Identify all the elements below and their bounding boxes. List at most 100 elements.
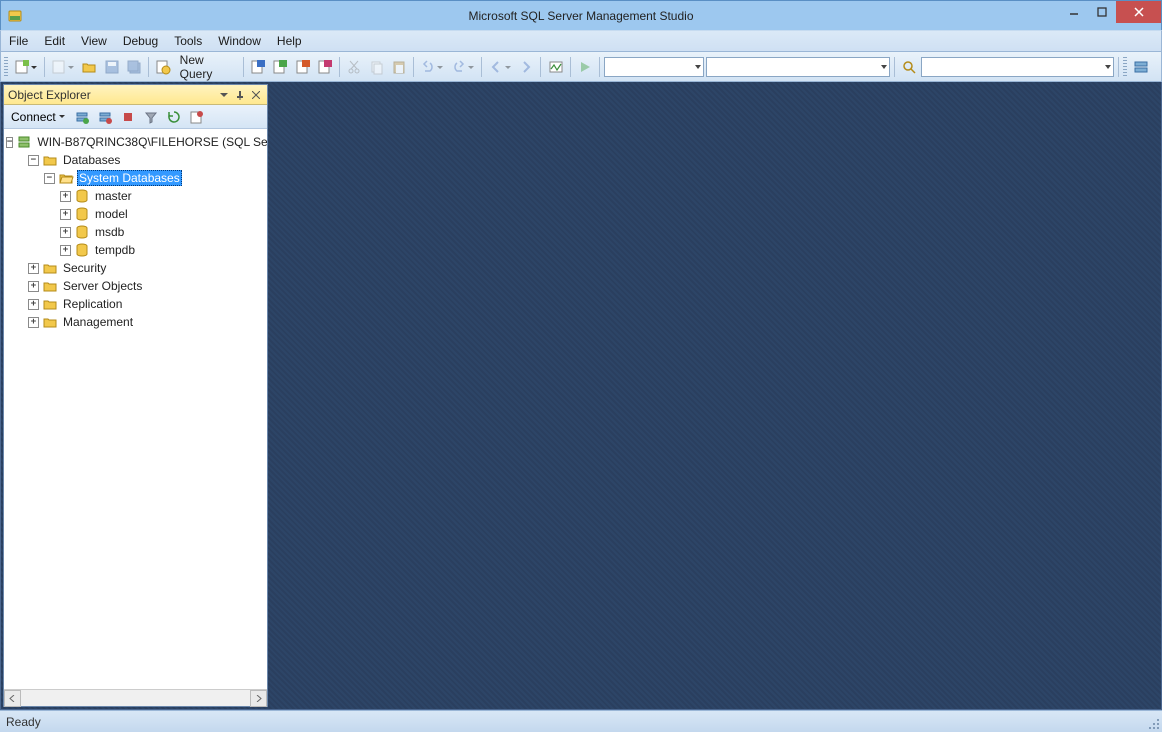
start-debug-button[interactable] (575, 56, 595, 78)
panel-menu-icon[interactable] (217, 88, 231, 102)
scroll-right-icon[interactable] (250, 690, 267, 707)
expander-icon[interactable]: + (60, 191, 71, 202)
menu-bar: File Edit View Debug Tools Window Help (0, 30, 1162, 52)
expander-icon[interactable]: + (60, 245, 71, 256)
tree-folder-node[interactable]: + Replication (6, 295, 265, 313)
dmx-query-button[interactable] (292, 56, 312, 78)
open-file-button[interactable] (79, 56, 99, 78)
toolbar-separator (481, 57, 482, 77)
main-toolbar: New Query (0, 52, 1162, 82)
pin-icon[interactable] (233, 88, 247, 102)
find-button[interactable] (899, 56, 919, 78)
tree-db-node[interactable]: + model (6, 205, 265, 223)
folder-icon (42, 152, 58, 168)
folder-open-icon (58, 170, 74, 186)
close-button[interactable] (1116, 1, 1161, 23)
expander-icon[interactable]: + (28, 263, 39, 274)
tree-folder-label: Server Objects (61, 279, 144, 293)
tree-db-node[interactable]: + msdb (6, 223, 265, 241)
status-bar: Ready (0, 710, 1162, 732)
expander-icon[interactable]: − (44, 173, 55, 184)
expander-icon[interactable]: − (6, 137, 13, 148)
resize-grip-icon[interactable] (1148, 718, 1160, 730)
menu-edit[interactable]: Edit (36, 32, 73, 50)
folder-icon (42, 260, 58, 276)
expander-icon[interactable]: + (60, 209, 71, 220)
toolbar-separator (570, 57, 571, 77)
menu-debug[interactable]: Debug (115, 32, 166, 50)
toolbar-separator (339, 57, 340, 77)
find-combo[interactable] (921, 57, 1114, 77)
filter-icon[interactable] (141, 107, 161, 127)
tree-db-node[interactable]: + tempdb (6, 241, 265, 259)
new-query-icon[interactable] (153, 56, 173, 78)
mdx-query-button[interactable] (270, 56, 290, 78)
tree-databases-node[interactable]: − Databases (6, 151, 265, 169)
connect-object-explorer-icon[interactable] (72, 107, 92, 127)
expander-icon[interactable]: + (28, 281, 39, 292)
menu-view[interactable]: View (73, 32, 115, 50)
menu-tools[interactable]: Tools (166, 32, 210, 50)
activity-monitor-button[interactable] (545, 56, 565, 78)
new-project-button[interactable] (12, 56, 40, 78)
copy-button[interactable] (366, 56, 386, 78)
server-icon (16, 134, 32, 150)
tree-system-databases-node[interactable]: − System Databases (6, 169, 265, 187)
scroll-left-icon[interactable] (4, 690, 21, 707)
toolbar-grip[interactable] (4, 57, 8, 77)
refresh-icon[interactable] (164, 107, 184, 127)
database-icon (74, 188, 90, 204)
report-icon[interactable] (187, 107, 207, 127)
tree-databases-label: Databases (61, 153, 122, 167)
tree-db-label: tempdb (93, 243, 137, 257)
toolbar-separator (894, 57, 895, 77)
database-combo[interactable] (604, 57, 704, 77)
undo-button[interactable] (418, 56, 446, 78)
menu-help[interactable]: Help (269, 32, 310, 50)
expander-icon[interactable]: + (60, 227, 71, 238)
paste-button[interactable] (389, 56, 409, 78)
tree-folder-node[interactable]: + Management (6, 313, 265, 331)
nav-back-button[interactable] (486, 56, 514, 78)
solution-config-combo[interactable] (706, 57, 890, 77)
status-text: Ready (6, 715, 41, 729)
cut-button[interactable] (344, 56, 364, 78)
menu-file[interactable]: File (1, 32, 36, 50)
connect-button[interactable]: Connect (7, 107, 69, 127)
redo-button[interactable] (448, 56, 476, 78)
database-icon (74, 224, 90, 240)
save-button[interactable] (102, 56, 122, 78)
toolbar-grip[interactable] (1123, 57, 1127, 77)
tree-server-node[interactable]: − WIN-B87QRINC38Q\FILEHORSE (SQL Server … (6, 133, 265, 151)
disconnect-icon[interactable] (95, 107, 115, 127)
minimize-button[interactable] (1060, 1, 1088, 23)
tree-db-label: msdb (93, 225, 126, 239)
object-explorer-tree[interactable]: − WIN-B87QRINC38Q\FILEHORSE (SQL Server … (4, 129, 267, 689)
toolbar-separator (413, 57, 414, 77)
tree-server-label: WIN-B87QRINC38Q\FILEHORSE (SQL Server ..… (35, 135, 267, 149)
properties-button[interactable] (1153, 56, 1158, 78)
tree-folder-node[interactable]: + Security (6, 259, 265, 277)
object-explorer-titlebar[interactable]: Object Explorer (4, 85, 267, 105)
expander-icon[interactable]: + (28, 317, 39, 328)
toolbar-separator (148, 57, 149, 77)
expander-icon[interactable]: − (28, 155, 39, 166)
panel-horizontal-scrollbar[interactable] (4, 689, 267, 706)
save-all-button[interactable] (124, 56, 144, 78)
menu-window[interactable]: Window (210, 32, 269, 50)
expander-icon[interactable]: + (28, 299, 39, 310)
xmla-query-button[interactable] (315, 56, 335, 78)
panel-close-icon[interactable] (249, 88, 263, 102)
add-item-button[interactable] (49, 56, 77, 78)
de-query-button[interactable] (248, 56, 268, 78)
database-icon (74, 242, 90, 258)
stop-icon[interactable] (118, 107, 138, 127)
object-explorer-panel: Object Explorer Connect − WIN-B87QRINC38… (3, 84, 268, 707)
tree-db-node[interactable]: + master (6, 187, 265, 205)
registered-servers-button[interactable] (1131, 56, 1151, 78)
maximize-button[interactable] (1088, 1, 1116, 23)
tree-folder-node[interactable]: + Server Objects (6, 277, 265, 295)
new-query-label[interactable]: New Query (176, 53, 239, 81)
nav-fwd-button[interactable] (516, 56, 536, 78)
toolbar-separator (1118, 57, 1119, 77)
